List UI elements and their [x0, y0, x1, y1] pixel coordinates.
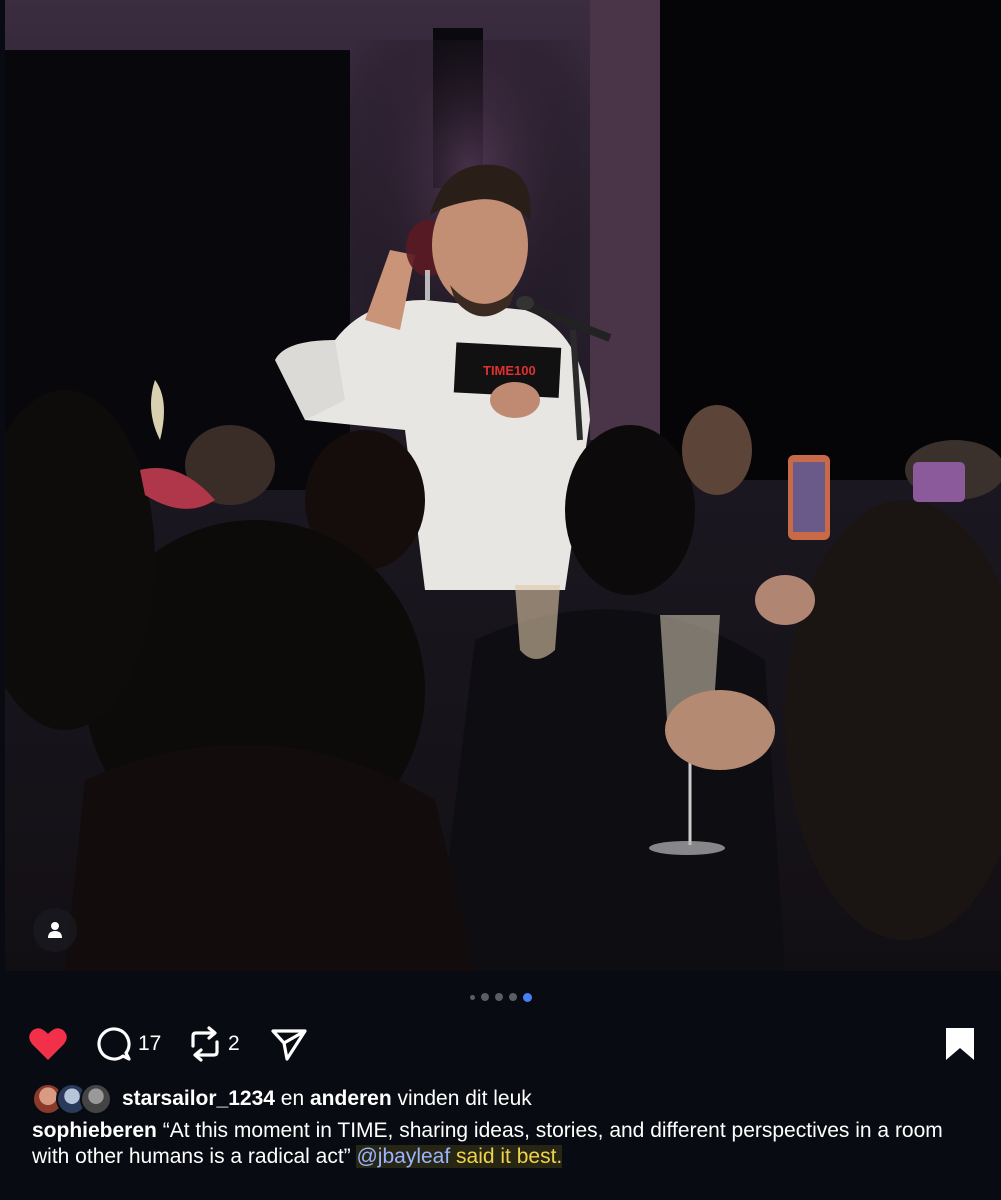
- avatar: [80, 1083, 112, 1115]
- heart-icon: [29, 1028, 67, 1060]
- share-icon: [271, 1029, 307, 1061]
- carousel-dot[interactable]: [480, 993, 489, 1001]
- carousel-indicator: [0, 991, 1001, 1003]
- repost-button[interactable]: 2: [188, 1020, 240, 1068]
- bookmark-icon: [946, 1028, 974, 1060]
- time-card-text: TIME100: [483, 363, 536, 378]
- comment-button[interactable]: 17: [96, 1020, 161, 1068]
- liker-avatars[interactable]: [32, 1083, 112, 1115]
- caption-mention[interactable]: @jbayleaf: [356, 1145, 450, 1168]
- comment-count: 17: [138, 1032, 162, 1055]
- post-photo[interactable]: TIME100: [5, 0, 1001, 971]
- caption-username[interactable]: sophieberen: [32, 1119, 157, 1142]
- post-actions: 17 2: [0, 1020, 1001, 1068]
- likes-summary[interactable]: starsailor_1234 en anderen vinden dit le…: [32, 1082, 532, 1116]
- likes-suffix: vinden dit leuk: [391, 1087, 532, 1110]
- liker-username[interactable]: starsailor_1234: [122, 1087, 275, 1110]
- bookmark-button[interactable]: [944, 1020, 976, 1068]
- carousel-dot-active[interactable]: [522, 992, 532, 1002]
- likes-connector: en: [274, 1087, 310, 1110]
- share-button[interactable]: [270, 1020, 308, 1068]
- person-icon: [48, 922, 62, 938]
- caption-highlight-text: said it best.: [450, 1145, 563, 1168]
- carousel-dot[interactable]: [508, 993, 517, 1001]
- likes-others-link[interactable]: anderen: [310, 1087, 392, 1110]
- repost-count: 2: [228, 1032, 240, 1055]
- carousel-dot[interactable]: [469, 994, 475, 1000]
- repost-icon: [191, 1026, 219, 1062]
- carousel-dot[interactable]: [494, 993, 503, 1001]
- comment-icon: [97, 1027, 131, 1061]
- tagged-people-button[interactable]: [33, 908, 77, 952]
- post-caption: sophieberen “At this moment in TIME, sha…: [32, 1118, 982, 1170]
- like-button[interactable]: [28, 1020, 68, 1068]
